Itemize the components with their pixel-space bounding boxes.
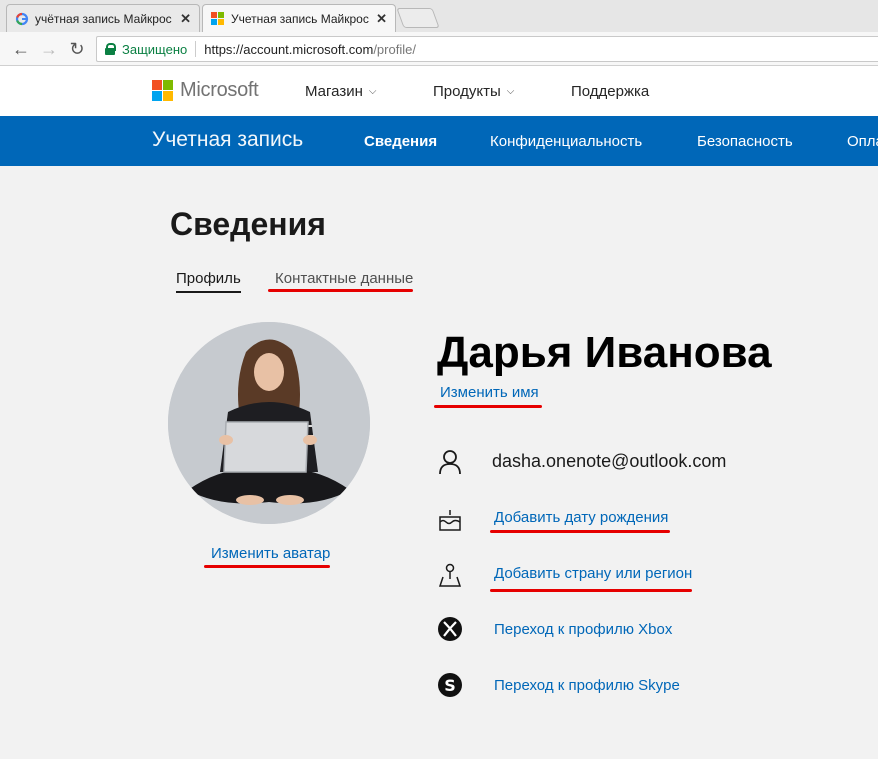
skype-profile-link[interactable]: Переход к профилю Skype bbox=[494, 677, 680, 694]
page-title: Сведения bbox=[170, 206, 326, 242]
account-brand[interactable]: Учетная запись bbox=[152, 128, 303, 152]
nav-support-label: Поддержка bbox=[571, 83, 650, 100]
subtab-profile[interactable]: Профиль bbox=[176, 270, 241, 293]
microsoft-icon bbox=[211, 11, 225, 26]
birthday-cake-icon bbox=[439, 510, 461, 531]
address-bar[interactable]: Защищено https://account.microsoft.com /… bbox=[96, 36, 878, 62]
chevron-down-icon: ⌵ bbox=[506, 86, 515, 97]
microsoft-wordmark[interactable]: Microsoft bbox=[180, 79, 259, 102]
email-address: dasha.onenote@outlook.com bbox=[492, 451, 727, 471]
nav-products-label: Продукты bbox=[433, 83, 501, 100]
tab-security[interactable]: Безопасность bbox=[697, 133, 793, 150]
address-separator bbox=[195, 41, 197, 57]
close-tab-icon[interactable]: ✕ bbox=[376, 11, 387, 27]
nav-products[interactable]: Продукты ⌵ bbox=[433, 83, 514, 100]
skype-icon: S bbox=[438, 673, 462, 697]
new-tab-button[interactable] bbox=[396, 8, 440, 28]
forward-arrow-icon[interactable]: → bbox=[38, 38, 60, 60]
microsoft-logo-icon[interactable] bbox=[152, 80, 173, 101]
nav-store[interactable]: Магазин ⌵ bbox=[305, 83, 376, 100]
annotation-underline bbox=[204, 565, 330, 568]
svg-text:S: S bbox=[444, 676, 456, 695]
add-birthdate-link[interactable]: Добавить дату рождения bbox=[494, 509, 668, 526]
change-avatar-link[interactable]: Изменить аватар bbox=[211, 545, 330, 562]
tab-info[interactable]: Сведения bbox=[364, 133, 437, 150]
browser-tab-title: учётная запись Майкрос bbox=[35, 11, 172, 26]
browser-tab-title: Учетная запись Майкрос bbox=[231, 11, 369, 26]
person-icon bbox=[439, 450, 461, 475]
annotation-underline bbox=[490, 589, 692, 592]
url-path: /profile/ bbox=[373, 41, 416, 57]
nav-store-label: Магазин bbox=[305, 83, 363, 100]
google-icon bbox=[15, 12, 29, 25]
avatar[interactable] bbox=[168, 322, 370, 524]
annotation-underline bbox=[434, 405, 542, 408]
add-country-link[interactable]: Добавить страну или регион bbox=[494, 565, 692, 582]
browser-toolbar: ← → ↻ Защищено https://account.microsoft… bbox=[0, 32, 878, 66]
xbox-profile-link[interactable]: Переход к профилю Xbox bbox=[494, 621, 672, 638]
change-name-link[interactable]: Изменить имя bbox=[440, 384, 539, 401]
browser-tab-strip: учётная запись Майкрос ✕ Учетная запись … bbox=[0, 0, 878, 32]
account-nav-bar: Учетная запись Сведения Конфиденциальнос… bbox=[0, 116, 878, 166]
location-pin-icon bbox=[438, 563, 462, 587]
reload-icon[interactable]: ↻ bbox=[66, 38, 88, 60]
secure-label: Защищено bbox=[122, 41, 188, 57]
browser-tab-1[interactable]: учётная запись Майкрос ✕ bbox=[6, 4, 200, 32]
profile-name: Дарья Иванова bbox=[437, 328, 772, 377]
subtab-contacts[interactable]: Контактные данные bbox=[275, 270, 413, 287]
xbox-icon bbox=[438, 617, 462, 641]
back-arrow-icon[interactable]: ← bbox=[10, 38, 32, 60]
tab-payment[interactable]: Опла bbox=[847, 133, 878, 150]
chevron-down-icon: ⌵ bbox=[368, 86, 377, 97]
close-tab-icon[interactable]: ✕ bbox=[180, 11, 191, 27]
annotation-underline bbox=[490, 530, 670, 533]
browser-tab-2[interactable]: Учетная запись Майкрос ✕ bbox=[202, 4, 396, 32]
tab-privacy[interactable]: Конфиденциальность bbox=[490, 133, 642, 150]
url-host: https://account.microsoft.com bbox=[204, 41, 374, 57]
lock-icon bbox=[105, 43, 116, 55]
avatar-photo bbox=[168, 322, 370, 524]
nav-support[interactable]: Поддержка bbox=[571, 83, 649, 100]
microsoft-header: Microsoft Магазин ⌵ Продукты ⌵ Поддержка bbox=[0, 66, 878, 116]
annotation-underline bbox=[268, 289, 413, 292]
